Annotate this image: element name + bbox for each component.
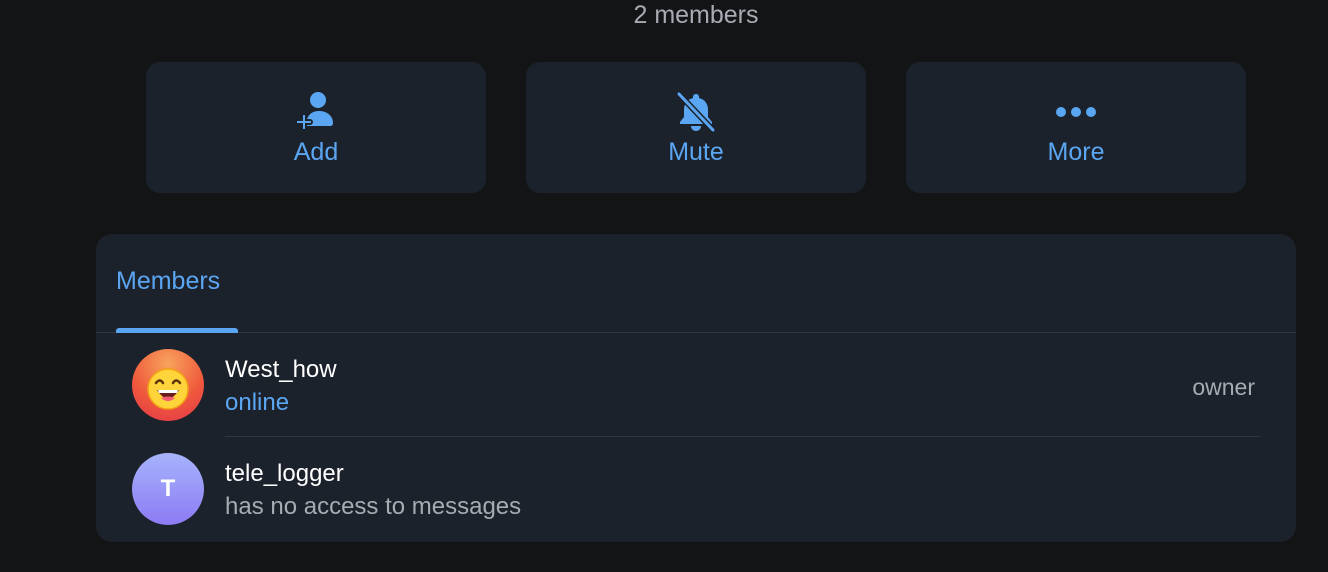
member-status: online (225, 389, 290, 416)
group-info-screen: 2 members Add Mute More Members West_how… (0, 0, 1328, 572)
more-button[interactable]: More (906, 62, 1246, 193)
mute-button[interactable]: Mute (526, 62, 866, 193)
member-row[interactable]: West_how online owner (96, 333, 1296, 437)
action-row: Add Mute More (146, 62, 1246, 193)
member-status: has no access to messages (225, 493, 522, 520)
member-name: tele_logger (225, 460, 344, 487)
more-label: More (1047, 138, 1105, 166)
bell-slash-icon (674, 90, 718, 134)
laughing-face-icon (147, 368, 189, 410)
add-member-icon (294, 90, 338, 134)
mute-label: Mute (668, 138, 724, 166)
member-role-badge: owner (1192, 374, 1255, 400)
add-label: Add (293, 138, 339, 166)
avatar (132, 349, 204, 421)
add-button[interactable]: Add (146, 62, 486, 193)
avatar: T (132, 453, 204, 525)
members-count: 2 members (633, 1, 759, 29)
more-dots-icon (1054, 90, 1098, 134)
member-name: West_how (225, 356, 337, 383)
members-panel: Members West_how online owner T tele_log… (96, 234, 1296, 542)
tab-bar: Members (96, 234, 1296, 333)
tab-members[interactable]: Members (116, 266, 220, 296)
avatar-initial: T (160, 475, 176, 502)
member-row[interactable]: T tele_logger has no access to messages (96, 437, 1296, 541)
